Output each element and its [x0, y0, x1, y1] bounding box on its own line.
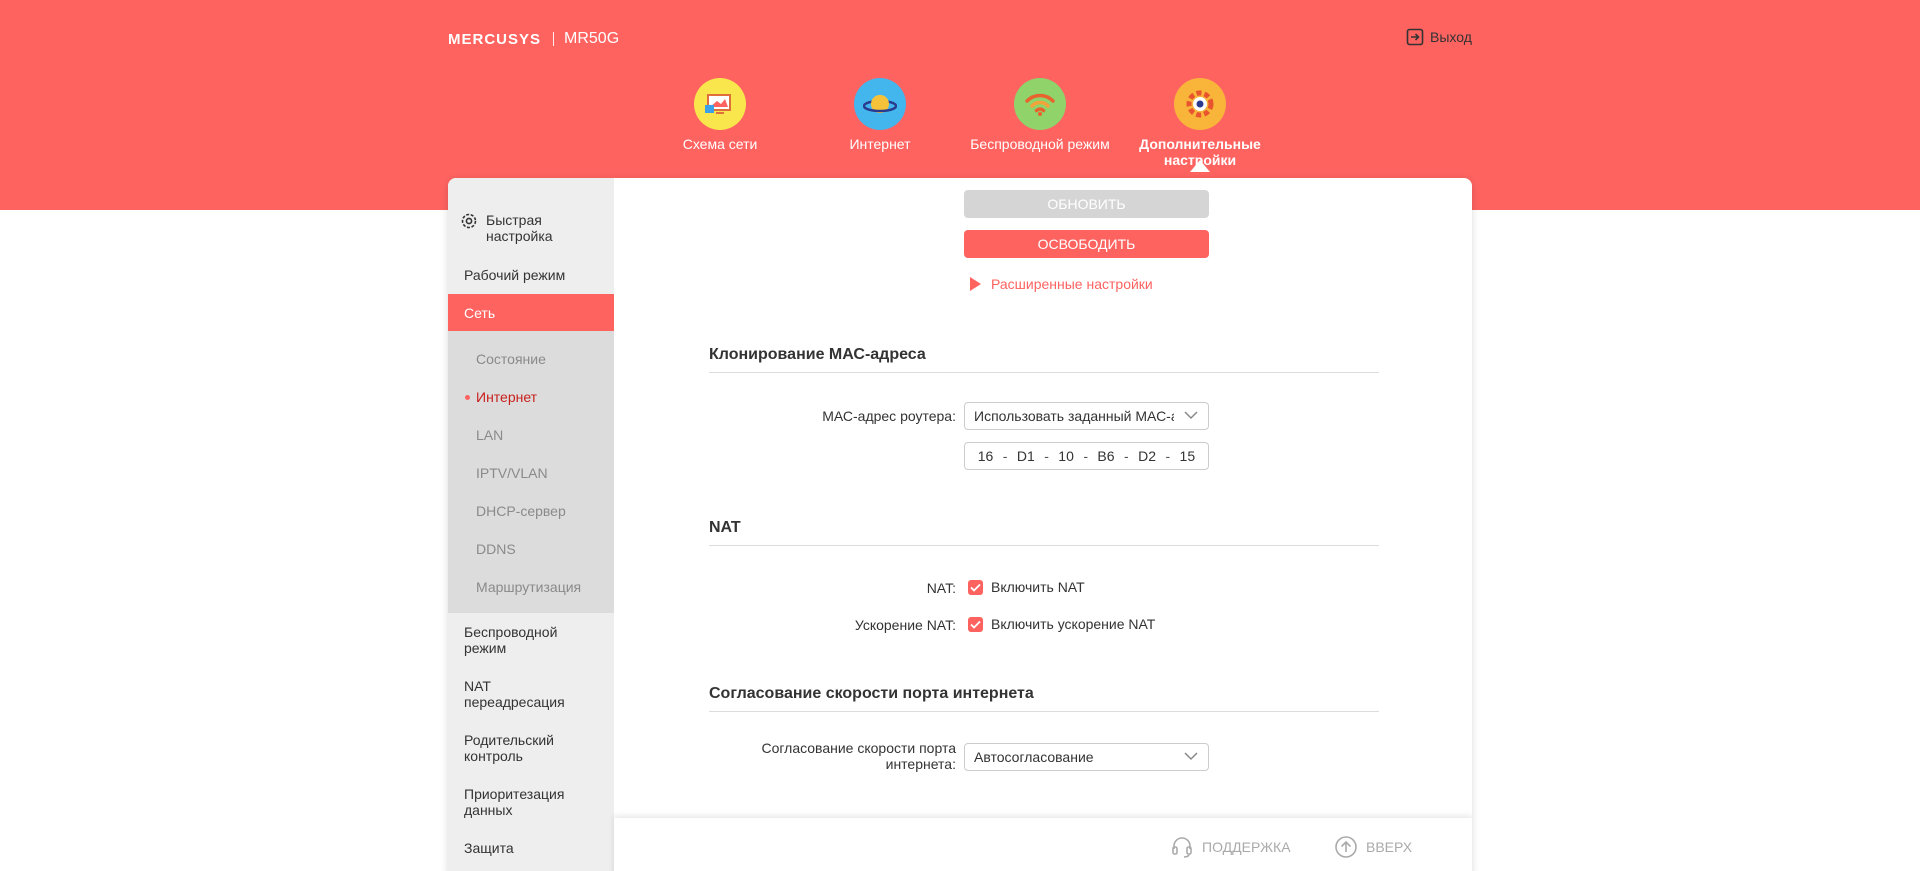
- router-mac-select-value: Использовать заданный МАС-адрес: [974, 408, 1174, 424]
- footer-bar: ПОДДЕРЖКА ВВЕРХ: [614, 818, 1472, 871]
- advanced-settings-toggle[interactable]: Расширенные настройки: [970, 276, 1153, 292]
- port-speed-select-value: Автосогласование: [974, 749, 1094, 765]
- chevron-down-icon: [1184, 752, 1198, 761]
- logout-button[interactable]: Выход: [1406, 28, 1472, 46]
- back-to-top-link[interactable]: ВВЕРХ: [1334, 835, 1412, 859]
- gear-icon: [1174, 78, 1226, 130]
- sidebar-item-network[interactable]: Сеть: [448, 294, 614, 332]
- enable-nat-acceleration-checkbox[interactable]: Включить ускорение NAT: [968, 616, 1155, 632]
- port-speed-select[interactable]: Автосогласование: [964, 743, 1209, 771]
- release-button[interactable]: ОСВОБОДИТЬ: [964, 230, 1209, 258]
- support-label: ПОДДЕРЖКА: [1202, 839, 1291, 855]
- mac-address-input[interactable]: 16- D1- 10- B6- D2- 15: [964, 442, 1209, 470]
- chevron-down-icon: [1184, 411, 1198, 420]
- checkbox-checked-icon: [968, 579, 983, 595]
- mac-octet-2[interactable]: D1: [1017, 448, 1035, 464]
- mac-octet-4[interactable]: B6: [1097, 448, 1114, 464]
- main-panel: Быстрая настройка Рабочий режим Сеть Сос…: [448, 178, 1472, 871]
- tab-wireless[interactable]: Беспроводной режим: [970, 78, 1110, 152]
- logo-divider: [553, 32, 555, 46]
- enable-nat-checkbox[interactable]: Включить NAT: [968, 579, 1085, 595]
- sidebar-item-nat-forwarding[interactable]: NAT переадресация: [448, 678, 565, 710]
- logo: MERCUSYS MR50G: [448, 30, 619, 48]
- checkbox-checked-icon: [968, 616, 983, 632]
- tab-internet[interactable]: Интернет: [810, 78, 950, 152]
- arrow-up-circle-icon: [1335, 836, 1357, 858]
- headset-icon: [1172, 837, 1192, 858]
- port-speed-section-title: Согласование скорости порта интернета: [709, 685, 1379, 712]
- subnav-item-iptv-vlan[interactable]: IPTV/VLAN: [476, 465, 548, 481]
- model-name: MR50G: [564, 30, 620, 47]
- mac-octet-6[interactable]: 15: [1180, 448, 1196, 464]
- support-link[interactable]: ПОДДЕРЖКА: [1170, 835, 1291, 859]
- sidebar-item-parental-control[interactable]: Родительский контроль: [448, 732, 558, 764]
- tab-advanced[interactable]: Дополнительные настройки: [1130, 78, 1270, 172]
- sidebar-item-operation-mode-label: Рабочий режим: [464, 267, 566, 283]
- sidebar-item-wireless[interactable]: Беспроводной режим: [448, 624, 558, 656]
- sidebar-item-qos[interactable]: Приоритезация данных: [448, 786, 564, 818]
- subnav-item-internet[interactable]: Интернет: [464, 389, 537, 405]
- sidebar-item-quick-setup[interactable]: Быстрая настройка: [448, 212, 614, 244]
- sidebar-item-security[interactable]: Защита: [448, 840, 614, 856]
- subnav-item-lan[interactable]: LAN: [476, 427, 503, 443]
- subnav-item-routing[interactable]: Маршрутизация: [476, 579, 581, 595]
- advanced-settings-label: Расширенные настройки: [991, 276, 1153, 292]
- quick-setup-icon: [461, 213, 477, 229]
- logout-label: Выход: [1430, 29, 1472, 45]
- subnav-item-dhcp-server[interactable]: DHCP-сервер: [476, 503, 566, 519]
- wifi-icon: [1014, 78, 1066, 130]
- router-mac-select[interactable]: Использовать заданный МАС-адрес: [964, 402, 1209, 430]
- port-speed-label: Согласование скорости порта интернета:: [761, 740, 956, 772]
- planet-icon: [854, 78, 906, 130]
- tab-network-map-label: Схема сети: [682, 136, 758, 152]
- logout-icon: [1406, 28, 1424, 46]
- network-subnav: Состояние Интернет LAN IPTV/VLAN DHCP-се…: [448, 331, 614, 613]
- mac-octet-3[interactable]: 10: [1058, 448, 1074, 464]
- active-tab-indicator: [1190, 160, 1210, 172]
- sidebar-item-network-label: Сеть: [464, 305, 496, 321]
- nat-acceleration-label: Ускорение NAT:: [854, 617, 956, 633]
- enable-nat-label: Включить NAT: [991, 579, 1085, 595]
- mac-clone-section-title: Клонирование МАС-адреса: [709, 346, 1379, 373]
- sidebar-item-quick-setup-label: Быстрая настройка: [486, 212, 553, 244]
- network-map-icon: [694, 78, 746, 130]
- mac-octet-5[interactable]: D2: [1138, 448, 1156, 464]
- subnav-item-status[interactable]: Состояние: [476, 351, 546, 367]
- renew-button[interactable]: ОБНОВИТЬ: [964, 190, 1209, 218]
- mac-octet-1[interactable]: 16: [978, 448, 994, 464]
- back-to-top-label: ВВЕРХ: [1366, 839, 1413, 855]
- router-mac-label: МАС-адрес роутера:: [822, 408, 956, 424]
- tab-wireless-label: Беспроводной режим: [970, 136, 1110, 152]
- sidebar-item-operation-mode[interactable]: Рабочий режим: [448, 267, 614, 283]
- tab-network-map[interactable]: Схема сети: [650, 78, 790, 152]
- sidebar: Быстрая настройка Рабочий режим Сеть Сос…: [448, 178, 614, 871]
- brand-logo: MERCUSYS: [448, 30, 542, 48]
- tab-internet-label: Интернет: [849, 136, 911, 152]
- expand-triangle-icon: [970, 277, 981, 291]
- nat-section-title: NAT: [709, 519, 1379, 546]
- subnav-item-ddns[interactable]: DDNS: [476, 541, 516, 557]
- enable-nat-acceleration-label: Включить ускорение NAT: [991, 616, 1156, 632]
- content-area: ОБНОВИТЬ ОСВОБОДИТЬ Расширенные настройк…: [614, 178, 1472, 871]
- nat-label: NAT:: [926, 580, 956, 596]
